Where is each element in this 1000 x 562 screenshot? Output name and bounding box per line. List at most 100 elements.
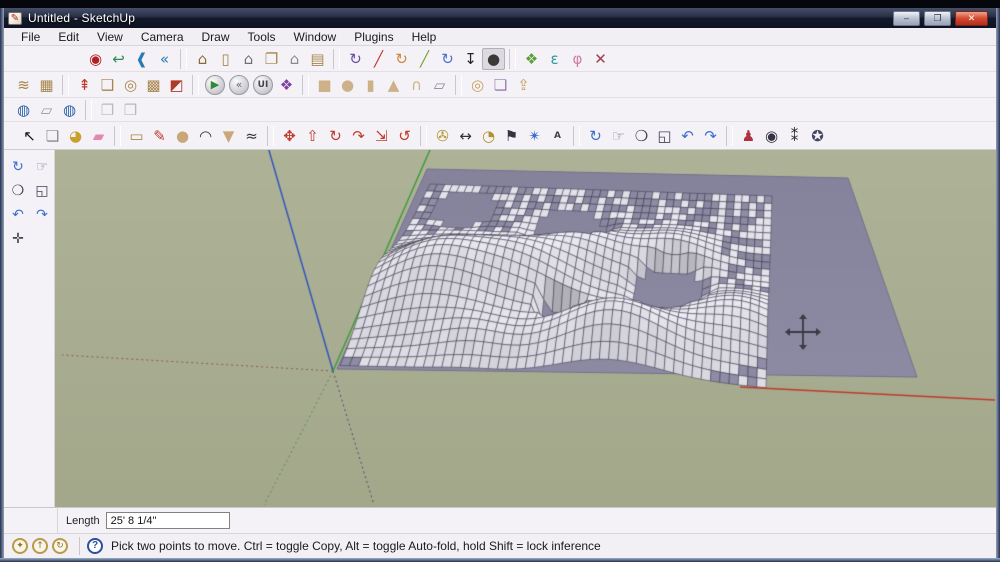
terrain-from-contours-icon[interactable]: ≋ (12, 74, 35, 96)
plane-shape-icon[interactable]: ▱ (428, 74, 451, 96)
teal-spring-icon[interactable]: ε (543, 48, 566, 70)
previous-view-icon[interactable]: ❰ (130, 48, 153, 70)
menu-window[interactable]: Window (285, 29, 346, 45)
cylinder-shape-icon[interactable]: ▮ (359, 74, 382, 96)
offset-tool-icon[interactable]: ↺ (393, 125, 416, 147)
maximize-button[interactable]: ❐ (924, 11, 951, 26)
freehand-tool-icon[interactable]: ≈ (240, 125, 263, 147)
torus-shape-icon[interactable]: ◎ (466, 74, 489, 96)
menu-file[interactable]: File (12, 29, 49, 45)
eraser-tool-icon[interactable]: ▰ (87, 125, 110, 147)
minimize-button[interactable]: – (893, 11, 920, 26)
status-geo-icon[interactable]: ↑ (32, 538, 48, 554)
add-detail-icon[interactable]: ▩ (142, 74, 165, 96)
dome-box-icon[interactable]: ❏ (489, 74, 512, 96)
select-tool-icon[interactable]: ↖ (18, 125, 41, 147)
house-outline2-icon[interactable]: ⌂ (283, 48, 306, 70)
menu-edit[interactable]: Edit (49, 29, 88, 45)
arc-tool-icon[interactable]: ◠ (194, 125, 217, 147)
make-component-icon[interactable]: ❏ (41, 125, 64, 147)
line-tool-icon[interactable]: ✎ (148, 125, 171, 147)
sync-purple-icon[interactable]: ↻ (344, 48, 367, 70)
plumb-bob-icon[interactable]: ↧ (459, 48, 482, 70)
menu-help[interactable]: Help (403, 29, 446, 45)
zoom-extents-icon[interactable]: ✛ (7, 228, 29, 249)
rotate-orange-icon[interactable]: ↻ (390, 48, 413, 70)
status-credit-icon[interactable]: ↻ (52, 538, 68, 554)
length-input[interactable] (106, 512, 230, 529)
wall-panel-icon[interactable]: ▯ (214, 48, 237, 70)
cone-shape-icon[interactable]: ▲ (382, 74, 405, 96)
scale-tool-icon[interactable]: ⇲ (370, 125, 393, 147)
help-icon[interactable]: ? (87, 538, 103, 554)
plugins-box-icon[interactable]: ❖ (275, 74, 298, 96)
zoom-next-icon[interactable]: ↷ (699, 125, 722, 147)
zoom-previous-icon[interactable]: ↶ (676, 125, 699, 147)
record-icon[interactable]: ◉ (84, 48, 107, 70)
red-x-icon[interactable]: ✕ (589, 48, 612, 70)
menu-draw[interactable]: Draw (193, 29, 239, 45)
undo-arrow-icon[interactable]: ↩ (107, 48, 130, 70)
sphere-shape-icon[interactable]: ● (336, 74, 359, 96)
house-box-icon[interactable]: ❐ (260, 48, 283, 70)
green-solid-icon[interactable]: ❖ (520, 48, 543, 70)
pan-tool-icon[interactable]: ☞ (31, 156, 53, 177)
protractor-tool-icon[interactable]: ◔ (477, 125, 500, 147)
zoom-window-icon[interactable]: ◱ (31, 180, 53, 201)
red-line-icon[interactable]: ╱ (367, 48, 390, 70)
terrain-from-scratch-icon[interactable]: ▦ (35, 74, 58, 96)
menu-tools[interactable]: Tools (239, 29, 285, 45)
pan-tool-icon[interactable]: ☞ (607, 125, 630, 147)
compass-icon[interactable]: ✪ (806, 125, 829, 147)
rewind-view-icon[interactable]: « (153, 48, 176, 70)
zoom-tool-icon[interactable]: ❍ (7, 180, 29, 201)
pink-pin-icon[interactable]: φ (566, 48, 589, 70)
dimension-tool-icon[interactable]: ↔ (454, 125, 477, 147)
zoom-tool-icon[interactable]: ❍ (630, 125, 653, 147)
viewport-canvas[interactable] (55, 150, 996, 507)
status-hint-icon[interactable]: ✦ (12, 538, 28, 554)
dome-arrow-icon[interactable]: ⇪ (512, 74, 535, 96)
geo-get-view-icon[interactable]: ◍ (12, 99, 35, 121)
flip-edge-icon[interactable]: ◩ (165, 74, 188, 96)
menu-camera[interactable]: Camera (132, 29, 193, 45)
axes-tool-icon[interactable]: ✴ (523, 125, 546, 147)
roof-box-icon[interactable]: ▤ (306, 48, 329, 70)
ui-button-icon[interactable]: UI (253, 75, 273, 95)
menu-plugins[interactable]: Plugins (345, 29, 402, 45)
get-models-icon[interactable]: ❒ (96, 99, 119, 121)
rotate-tool-icon[interactable]: ↻ (324, 125, 347, 147)
rewind-button-icon[interactable]: « (229, 75, 249, 95)
box-shape-icon[interactable]: ■ (313, 74, 336, 96)
smoove-icon[interactable]: ⇞ (73, 74, 96, 96)
capsule-shape-icon[interactable]: ∩ (405, 74, 428, 96)
orbit-tool-icon[interactable]: ↻ (7, 156, 29, 177)
share-model-icon[interactable]: ❒ (119, 99, 142, 121)
zoom-next-icon[interactable]: ↷ (31, 204, 53, 225)
walk-icon[interactable]: ⁑ (783, 125, 806, 147)
orbit-tool-icon[interactable]: ↻ (584, 125, 607, 147)
place-model-icon[interactable]: ◍ (58, 99, 81, 121)
position-camera-icon[interactable]: ♟ (737, 125, 760, 147)
paint-bucket-icon[interactable]: ◕ (64, 125, 87, 147)
rectangle-tool-icon[interactable]: ▭ (125, 125, 148, 147)
toggle-terrain-icon[interactable]: ▱ (35, 99, 58, 121)
push-pull-tool-icon[interactable]: ⇧ (301, 125, 324, 147)
circle-tool-icon[interactable]: ● (171, 125, 194, 147)
text-tool-icon[interactable]: ⚑ (500, 125, 523, 147)
house-3d-icon[interactable]: ⌂ (191, 48, 214, 70)
zoom-window-icon[interactable]: ◱ (653, 125, 676, 147)
sync-blue-icon[interactable]: ↻ (436, 48, 459, 70)
follow-me-tool-icon[interactable]: ↷ (347, 125, 370, 147)
tape-measure-icon[interactable]: ✇ (431, 125, 454, 147)
stamp-icon[interactable]: ❑ (96, 74, 119, 96)
zoom-previous-icon[interactable]: ↶ (7, 204, 29, 225)
menu-view[interactable]: View (88, 29, 132, 45)
green-line-icon[interactable]: ╱ (413, 48, 436, 70)
move-tool-icon[interactable]: ✥ (278, 125, 301, 147)
close-button[interactable]: ✕ (955, 11, 988, 26)
house-outline-icon[interactable]: ⌂ (237, 48, 260, 70)
play-button-icon[interactable]: ▶ (205, 75, 225, 95)
3d-text-tool-icon[interactable]: A (546, 125, 569, 147)
drape-icon[interactable]: ◎ (119, 74, 142, 96)
